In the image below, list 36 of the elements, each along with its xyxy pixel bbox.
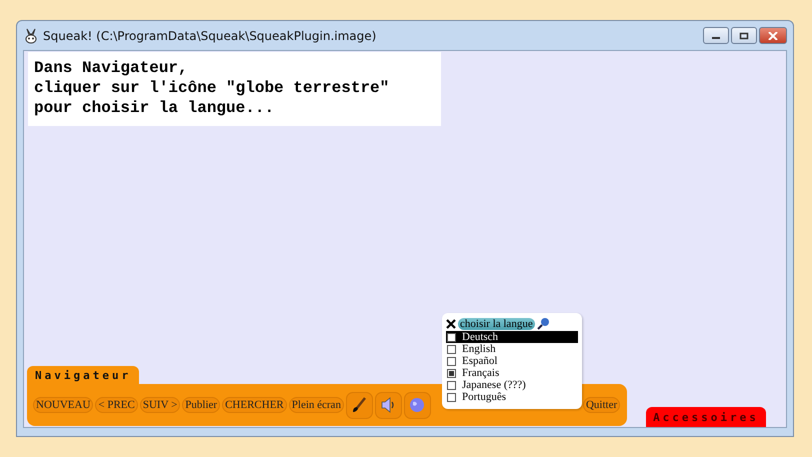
maximize-icon — [739, 32, 749, 40]
navigator-button[interactable]: SUIV > — [140, 397, 180, 413]
checkbox[interactable] — [447, 392, 456, 402]
menu-title: choisir la langue — [458, 318, 535, 330]
speaker-button[interactable] — [374, 392, 402, 418]
checkbox[interactable] — [447, 332, 456, 342]
language-menu-item[interactable]: Español — [446, 355, 578, 367]
paintbrush-icon — [350, 396, 368, 414]
language-menu-item[interactable]: English — [446, 343, 578, 355]
minimize-button[interactable] — [703, 27, 729, 44]
checkbox[interactable] — [447, 368, 456, 378]
checkbox[interactable] — [447, 380, 456, 390]
window-title: Squeak! (C:\ProgramData\Squeak\SqueakPlugin.image) — [43, 28, 376, 42]
navigator-button[interactable]: Plein écran — [288, 397, 344, 413]
navigator-tab[interactable]: Navigateur — [27, 366, 140, 384]
navigator-button[interactable]: Quitter — [582, 397, 620, 413]
language-menu-item[interactable]: Português — [446, 391, 578, 403]
navigator-button[interactable]: NOUVEAU — [33, 397, 94, 413]
checkbox[interactable] — [447, 356, 456, 366]
close-icon[interactable] — [446, 318, 456, 328]
globe-icon — [408, 396, 426, 414]
maximize-button[interactable] — [731, 27, 757, 44]
language-menu-item[interactable]: Français — [446, 367, 578, 379]
rabbit-icon — [23, 28, 39, 44]
speaker-icon — [380, 396, 396, 414]
language-menu-item[interactable]: Japanese (???) — [446, 379, 578, 391]
checkbox[interactable] — [447, 344, 456, 354]
navigator-button[interactable]: CHERCHER — [222, 397, 287, 413]
navigator-button[interactable]: Publier — [182, 397, 220, 413]
instruction-text: Dans Navigateur, cliquer sur l'icône "globe terrestre" pour choisir la langue... — [28, 52, 441, 126]
navigator-button[interactable]: < PREC — [95, 397, 138, 413]
paintbrush-button[interactable] — [346, 392, 373, 418]
accessories-tab[interactable]: Accessoires — [646, 407, 766, 427]
language-menu-item[interactable]: Deutsch — [446, 331, 578, 343]
close-button[interactable] — [759, 27, 787, 44]
close-icon — [768, 32, 778, 40]
